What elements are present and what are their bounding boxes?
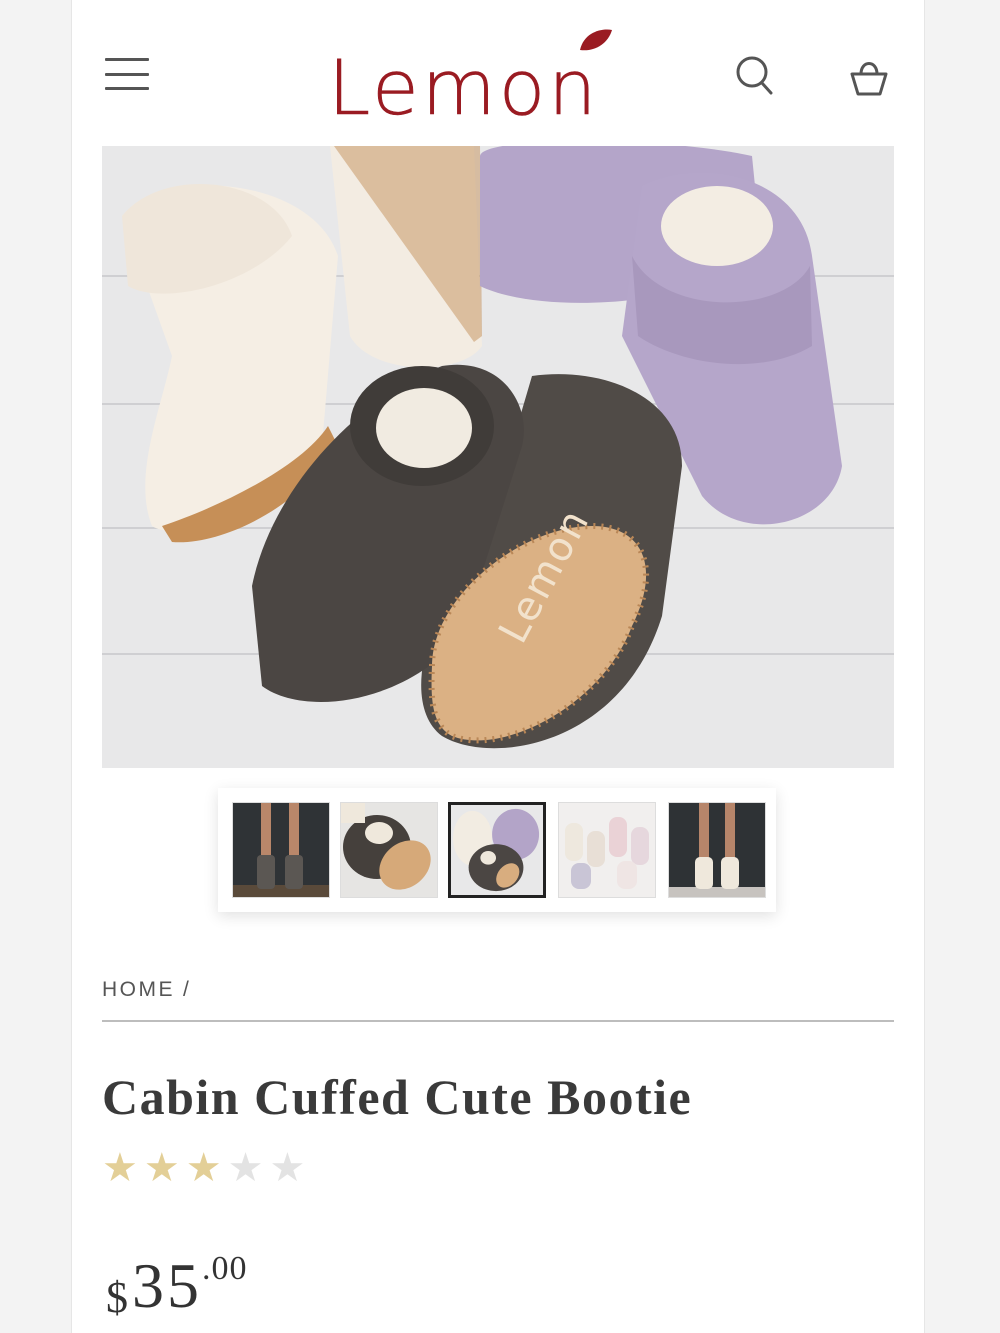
star-filled-icon: ★ <box>102 1146 138 1190</box>
thumbnail-model-legs-charcoal[interactable] <box>232 802 330 898</box>
thumbnail-charcoal-sole[interactable] <box>340 802 438 898</box>
star-filled-icon: ★ <box>143 1146 180 1190</box>
site-header: Lemon <box>72 0 924 140</box>
price-currency: $ <box>106 1273 128 1322</box>
thumbnail-model-legs-cream[interactable] <box>668 802 766 898</box>
thumbnail-strip <box>218 788 776 912</box>
background-left <box>0 0 72 1333</box>
product-page: Lemon Lemon HOME / Cabin Cuffed Cute Boo… <box>72 0 924 1333</box>
product-title: Cabin Cuffed Cute Bootie <box>102 1069 693 1125</box>
star-empty-icon: ★ <box>227 1146 264 1190</box>
shopping-bag-icon[interactable] <box>846 52 892 100</box>
star-rating[interactable]: ★ ★ ★ ★ ★ <box>102 1146 305 1190</box>
logo-wordmark: Lemon <box>328 43 600 132</box>
price-dollars: 35 <box>132 1250 202 1321</box>
background-right <box>924 0 1000 1333</box>
brand-logo[interactable]: Lemon <box>328 29 668 132</box>
thumbnail-pastel-group[interactable] <box>558 802 656 898</box>
thumbnail-three-colors[interactable] <box>448 802 546 898</box>
search-icon[interactable] <box>732 52 776 100</box>
breadcrumb: HOME / <box>102 978 191 1002</box>
price-cents: .00 <box>202 1250 248 1287</box>
leaf-icon <box>580 29 612 51</box>
hamburger-menu-icon[interactable] <box>102 54 152 94</box>
product-price: $ 35 .00 <box>106 1246 248 1326</box>
star-filled-icon: ★ <box>185 1146 222 1190</box>
breadcrumb-separator: / <box>183 978 192 1001</box>
divider <box>102 1020 894 1022</box>
star-empty-icon: ★ <box>269 1146 306 1190</box>
breadcrumb-home-link[interactable]: HOME <box>102 978 175 1002</box>
main-product-image[interactable]: Lemon <box>102 146 894 768</box>
